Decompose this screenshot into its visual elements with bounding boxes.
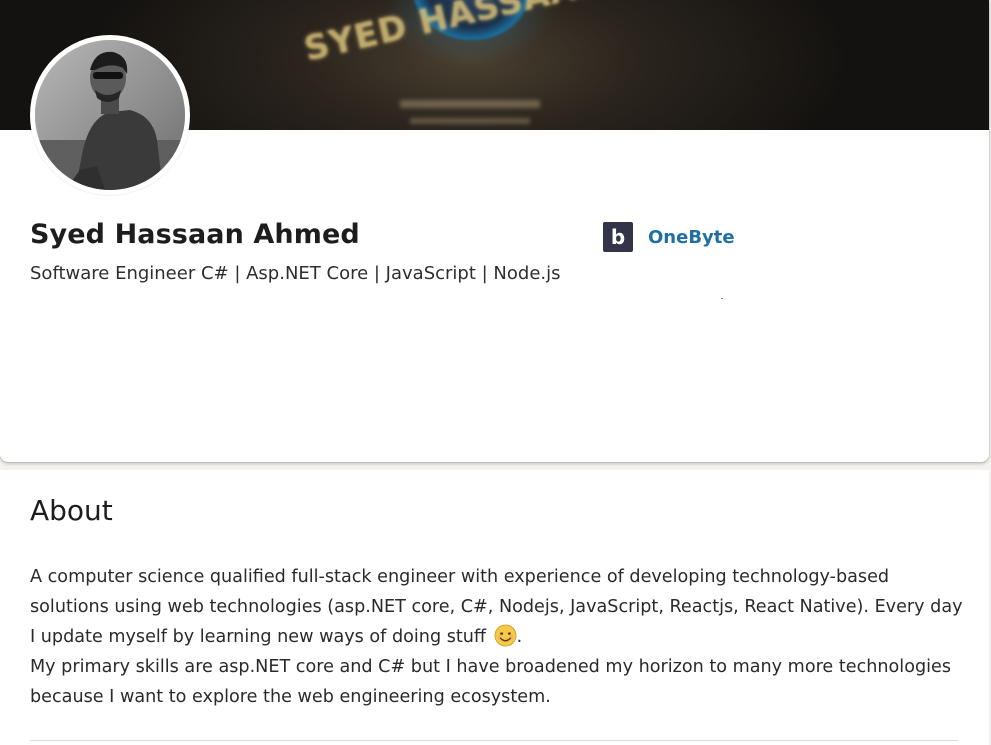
about-paragraph-1-end: . <box>516 627 523 647</box>
about-title: About <box>30 494 113 527</box>
profile-card: SYED HASSAAN AHMED <box>0 0 989 462</box>
company-name[interactable]: OneByte <box>648 227 735 248</box>
section-divider <box>30 740 958 741</box>
current-company-link[interactable]: b OneByte <box>603 222 735 252</box>
cover-decoration <box>410 118 530 124</box>
avatar[interactable] <box>30 35 190 195</box>
decorative-dot <box>721 298 723 299</box>
smiling-face-icon <box>494 624 517 647</box>
about-text: A computer science qualified full-stack … <box>30 562 970 712</box>
profile-name: Syed Hassaan Ahmed <box>30 219 360 250</box>
about-paragraph-2: My primary skills are asp.NET core and C… <box>30 657 952 707</box>
about-section: About A computer science qualified full-… <box>0 470 989 745</box>
cover-decoration <box>400 100 540 108</box>
company-logo-icon: b <box>603 222 633 252</box>
about-paragraph-1: A computer science qualified full-stack … <box>30 562 970 652</box>
profile-photo <box>35 40 185 190</box>
profile-headline: Software Engineer C# | Asp.NET Core | Ja… <box>30 263 561 284</box>
